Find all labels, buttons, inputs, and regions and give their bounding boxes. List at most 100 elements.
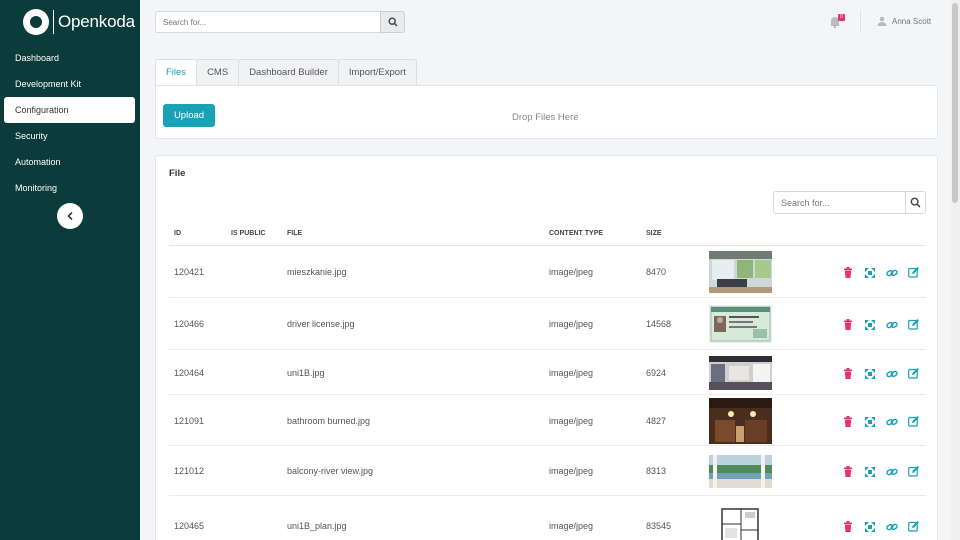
link-icon[interactable] [885,318,898,331]
table-search-button[interactable] [905,191,926,214]
cell-id: 121091 [174,416,205,426]
file-table-card: File ID IS PUBLIC FILE CONTENT TYPE SIZE… [155,155,938,540]
cell-size: 8313 [646,466,667,476]
cell-content-type: image/jpeg [549,267,594,277]
edit-icon[interactable] [907,318,920,331]
cell-file-name[interactable]: driver license.jpg [287,319,355,329]
column-header-is-public[interactable]: IS PUBLIC [231,230,266,237]
delete-icon[interactable] [841,266,854,279]
upload-panel: Upload Drop Files Here [155,85,938,139]
user-menu[interactable]: Anna Scott [877,16,931,26]
expand-icon[interactable] [863,415,876,428]
table-row[interactable]: 120466 driver license.jpg image/jpeg 14568 [169,298,926,350]
page-scrollbar-thumb[interactable] [952,3,958,203]
sidebar-item-security[interactable]: Security [0,123,140,149]
cell-size: 14568 [646,319,672,329]
search-icon [387,17,398,27]
cell-size: 8470 [646,267,667,277]
column-header-content-type[interactable]: CONTENT TYPE [549,230,603,237]
tab-dashboard-builder[interactable]: Dashboard Builder [238,59,339,85]
user-name: Anna Scott [892,16,932,26]
cell-file-name[interactable]: mieszkanie.jpg [287,267,347,277]
chevron-left-icon [67,212,73,220]
edit-icon[interactable] [907,367,920,380]
cell-id: 120465 [174,521,205,531]
file-thumbnail[interactable] [709,251,772,293]
user-icon [877,16,887,26]
sidebar-item-configuration[interactable]: Configuration [4,97,135,123]
expand-icon[interactable] [863,520,876,533]
link-icon[interactable] [885,520,898,533]
column-header-size[interactable]: SIZE [646,230,662,237]
cell-file-name[interactable]: uni1B_plan.jpg [287,521,347,531]
file-table-title: File [169,168,186,179]
cell-id: 120466 [174,319,205,329]
expand-icon[interactable] [863,318,876,331]
search-icon [910,197,921,208]
row-actions [841,266,920,279]
sidebar-item-dashboard[interactable]: Dashboard [0,45,140,71]
table-row[interactable]: 121012 balcony-river view.jpg image/jpeg 83… [169,446,926,496]
collapse-sidebar-button[interactable] [57,203,83,229]
file-thumbnail[interactable] [709,455,772,488]
link-icon[interactable] [885,367,898,380]
table-search [773,191,926,214]
edit-icon[interactable] [907,465,920,478]
row-actions [841,367,920,380]
sidebar-item-automation[interactable]: Automation [0,149,140,175]
sidebar-item-development-kit[interactable]: Development Kit [0,71,140,97]
tab-files[interactable]: Files [155,59,198,85]
row-actions [841,318,920,331]
cell-file-name[interactable]: bathroom burned.jpg [287,416,370,426]
delete-icon[interactable] [841,465,854,478]
edit-icon[interactable] [907,415,920,428]
sidebar-item-monitoring[interactable]: Monitoring [0,175,140,201]
edit-icon[interactable] [907,266,920,279]
delete-icon[interactable] [841,415,854,428]
app-logo[interactable]: Openkoda [23,9,135,35]
drop-zone[interactable]: Drop Files Here [512,112,579,123]
edit-icon[interactable] [907,520,920,533]
delete-icon[interactable] [841,520,854,533]
file-thumbnail[interactable] [719,506,782,540]
sidebar-nav: Dashboard Development Kit Configuration … [0,45,140,201]
row-actions [841,465,920,478]
global-search-input[interactable] [155,11,380,33]
config-tabs: Files CMS Dashboard Builder Import/Expor… [155,59,417,85]
column-header-file[interactable]: FILE [287,230,302,237]
cell-size: 4827 [646,416,667,426]
tab-cms[interactable]: CMS [196,59,240,85]
cell-size: 83545 [646,521,672,531]
expand-icon[interactable] [863,266,876,279]
notification-badge: 0 [838,14,845,21]
table-row[interactable]: 120464 uni1B.jpg image/jpeg 6924 [169,350,926,395]
cell-file-name[interactable]: uni1B.jpg [287,368,325,378]
expand-icon[interactable] [863,465,876,478]
cell-file-name[interactable]: balcony-river view.jpg [287,466,373,476]
link-icon[interactable] [885,415,898,428]
cell-size: 6924 [646,368,667,378]
file-thumbnail[interactable] [709,305,772,343]
row-actions [841,520,920,533]
cell-id: 120464 [174,368,205,378]
cell-content-type: image/jpeg [549,521,594,531]
delete-icon[interactable] [841,318,854,331]
upload-button[interactable]: Upload [163,104,215,127]
table-row[interactable]: 121091 bathroom burned.jpg image/jpeg 4827 [169,395,926,446]
file-thumbnail[interactable] [709,356,772,390]
link-icon[interactable] [885,266,898,279]
expand-icon[interactable] [863,367,876,380]
tab-import-export[interactable]: Import/Export [337,59,417,85]
delete-icon[interactable] [841,367,854,380]
table-row[interactable]: 120421 mieszkanie.jpg image/jpeg 8470 [169,246,926,298]
global-search-button[interactable] [380,11,405,33]
cell-id: 120421 [174,267,205,277]
sidebar: Openkoda Dashboard Development Kit Confi… [0,0,140,540]
cell-content-type: image/jpeg [549,416,594,426]
link-icon[interactable] [885,465,898,478]
column-header-id[interactable]: ID [174,230,181,237]
cell-content-type: image/jpeg [549,466,594,476]
table-row[interactable]: 120465 uni1B_plan.jpg image/jpeg 83545 [169,496,926,540]
file-thumbnail[interactable] [709,398,772,444]
table-search-input[interactable] [773,191,905,214]
